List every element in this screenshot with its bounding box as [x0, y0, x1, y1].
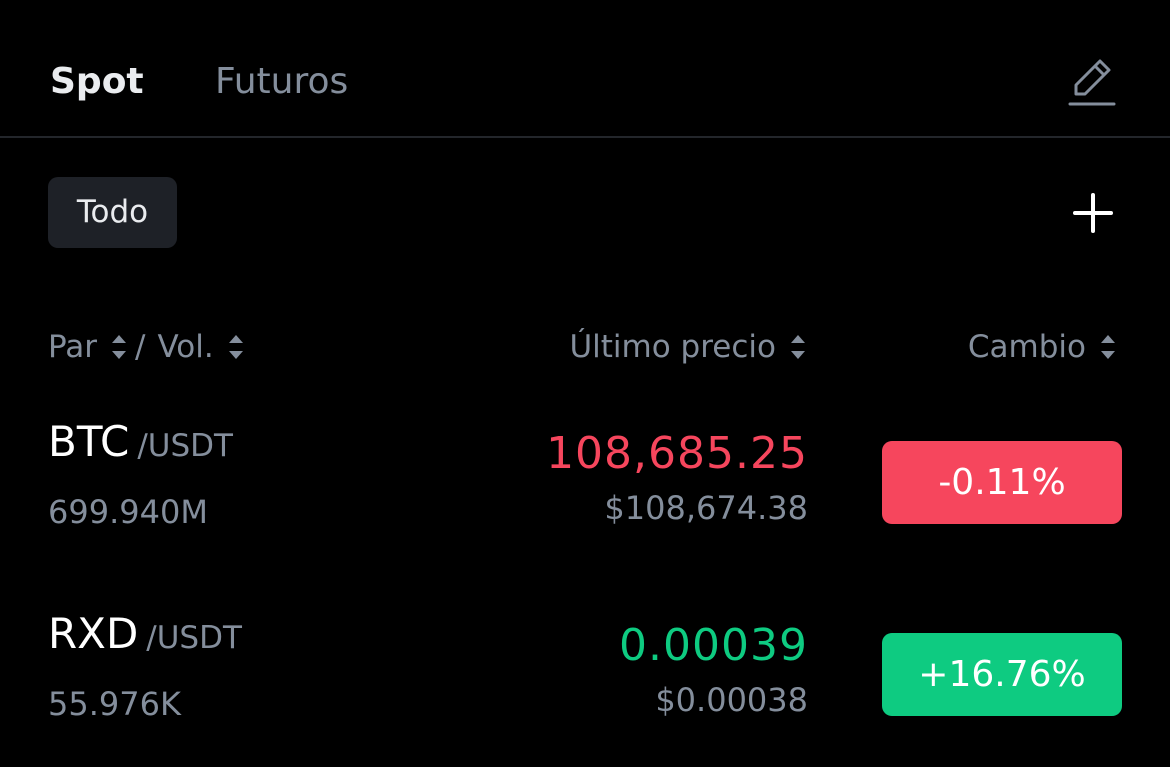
header-pair-volume: Par / Vol. [48, 326, 246, 368]
plus-icon[interactable] [1070, 190, 1116, 236]
sort-arrows-icon[interactable] [109, 332, 129, 362]
pair-base: RXD [48, 609, 139, 658]
sort-arrows-icon[interactable] [226, 332, 246, 362]
header-change[interactable]: Cambio [968, 326, 1118, 368]
header-separator: / [135, 329, 146, 365]
market-row-rxd[interactable]: RXD/USDT 55.976K 0.00039 $0.00038 +16.76… [0, 602, 1170, 752]
fiat-price: $108,674.38 [604, 489, 808, 527]
sort-arrows-icon[interactable] [1098, 332, 1118, 362]
pair-volume: 55.976K [48, 685, 181, 723]
last-price: 108,685.25 [546, 428, 808, 479]
last-price: 0.00039 [619, 620, 808, 671]
pair-quote: /USDT [137, 428, 233, 464]
change-badge[interactable]: +16.76% [882, 633, 1122, 716]
market-row-btc[interactable]: BTC/USDT 699.940M 108,685.25 $108,674.38… [0, 410, 1170, 560]
tab-spot[interactable]: Spot [50, 58, 144, 106]
pair-quote: /USDT [146, 620, 242, 656]
tab-futuros[interactable]: Futuros [215, 58, 348, 106]
pencil-edit-icon[interactable] [1066, 54, 1118, 110]
pair-name: RXD/USDT [48, 604, 242, 664]
header-last-price-label: Último precio [569, 329, 776, 365]
sort-arrows-icon[interactable] [788, 332, 808, 362]
fiat-price: $0.00038 [655, 681, 808, 719]
header-volume-label[interactable]: Vol. [158, 326, 214, 368]
change-badge[interactable]: -0.11% [882, 441, 1122, 524]
filter-chip-todo[interactable]: Todo [48, 177, 177, 248]
pair-volume: 699.940M [48, 493, 208, 531]
header-pair-label[interactable]: Par [48, 326, 97, 368]
header-change-label: Cambio [967, 329, 1086, 365]
pair-base: BTC [48, 417, 130, 466]
header-last-price[interactable]: Último precio [569, 326, 808, 368]
market-tab-bar: Spot Futuros [0, 0, 1170, 138]
pair-name: BTC/USDT [48, 412, 233, 472]
